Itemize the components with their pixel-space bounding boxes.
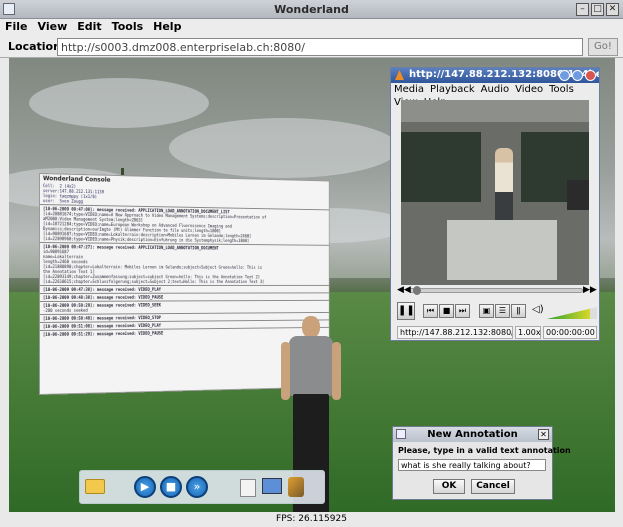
window-titlebar: Wonderland – □ ✕ [0,0,623,19]
player-menu-audio[interactable]: Audio [478,83,512,96]
cloud [169,118,399,178]
dialog-close-button[interactable]: ✕ [538,429,549,440]
player-maximize-button[interactable] [572,70,583,81]
maximize-button[interactable]: □ [591,3,604,16]
seek-knob[interactable] [413,286,422,295]
lecturer [495,148,513,228]
new-annotation-dialog: New Annotation ✕ Please, type in a valid… [392,426,571,500]
seek-left-arrow-icon[interactable]: ◀◀ [397,285,411,295]
app-dock: ▶ ■ » [79,470,325,504]
player-url: http://147.88.212.132:8080/104be [397,326,513,339]
ceiling [401,100,589,122]
player-title: http://147.88.212.132:8080/104be [409,69,599,80]
menu-view[interactable]: View [33,19,73,34]
ok-button[interactable]: OK [433,479,465,494]
location-input[interactable] [57,38,583,56]
laptop [567,180,589,210]
menu-edit[interactable]: Edit [72,19,106,34]
video-frame[interactable] [401,100,589,285]
stop-media-button[interactable]: ■ [439,304,454,318]
player-close-button[interactable] [585,70,596,81]
menu-bar: File View Edit Tools Help [0,19,623,36]
go-button[interactable]: Go! [588,38,618,56]
fast-forward-button[interactable]: » [186,476,208,498]
previous-button[interactable]: ⏮ [423,304,438,318]
cancel-button[interactable]: Cancel [471,479,515,494]
seek-right-arrow-icon[interactable]: ▶▶ [583,285,597,295]
player-menu-tools[interactable]: Tools [546,83,577,96]
player-minimize-button[interactable] [559,70,570,81]
dialog-title: New Annotation [427,429,518,440]
seek-bar[interactable] [409,286,583,295]
play-button[interactable]: ▶ [134,476,156,498]
cloud [29,78,209,128]
volume-slider[interactable] [547,307,597,319]
console-entry-head: [10-06-2009 09:47:38]: message received:… [42,286,162,292]
time-display: 00:00:00:00 [543,326,597,339]
folder-icon[interactable] [85,479,105,494]
brush-icon[interactable] [288,477,304,497]
window-title: Wonderland [274,3,349,16]
menu-tools[interactable]: Tools [107,19,148,34]
player-menu-video[interactable]: Video [512,83,546,96]
player-menu-playback[interactable]: Playback [427,83,478,96]
dialog-icon [396,429,406,439]
location-bar: Location: Go! [0,36,623,58]
playlist-button[interactable]: ☰ [495,304,510,318]
annotation-input[interactable] [398,459,546,471]
menu-file[interactable]: File [0,19,33,34]
avatar-arm [281,342,290,400]
player-menu-media[interactable]: Media [391,83,427,96]
desk [447,220,557,280]
fullscreen-button[interactable]: ▣ [479,304,494,318]
console-line: [id=22610615;chapter=Schlussfolgerung;su… [42,279,265,284]
blackboard [401,132,481,202]
world-viewport[interactable]: Wonderland Console Cell: 2 (4x2) server:… [9,58,615,512]
close-button[interactable]: ✕ [606,3,619,16]
vlc-cone-icon [395,70,404,80]
dialog-titlebar: New Annotation [393,427,552,442]
avatar-torso [289,336,333,396]
notes-icon[interactable] [240,479,256,497]
volume-icon[interactable]: ◁) [532,304,544,315]
avatar-arm [332,342,341,400]
avatar-head [302,316,320,338]
player-menu-bar: MediaPlaybackAudioVideoToolsViewHelp [391,83,599,108]
stop-button[interactable]: ■ [160,476,182,498]
monitor-icon[interactable] [262,478,282,494]
dialog-prompt: Please, type in a valid text annotation [398,446,571,455]
menu-help[interactable]: Help [148,19,186,34]
minimize-button[interactable]: – [576,3,589,16]
next-button[interactable]: ⏭ [455,304,470,318]
video-player-window: http://147.88.212.132:8080/104be Media Pl… [390,67,600,341]
volume-level [547,307,590,319]
equalizer-button[interactable]: ǁ [511,304,526,318]
pause-button[interactable]: ❚❚ [397,302,415,320]
playback-rate[interactable]: 1.00x [515,326,541,339]
fps-counter: FPS: 26.115925 [276,514,347,524]
